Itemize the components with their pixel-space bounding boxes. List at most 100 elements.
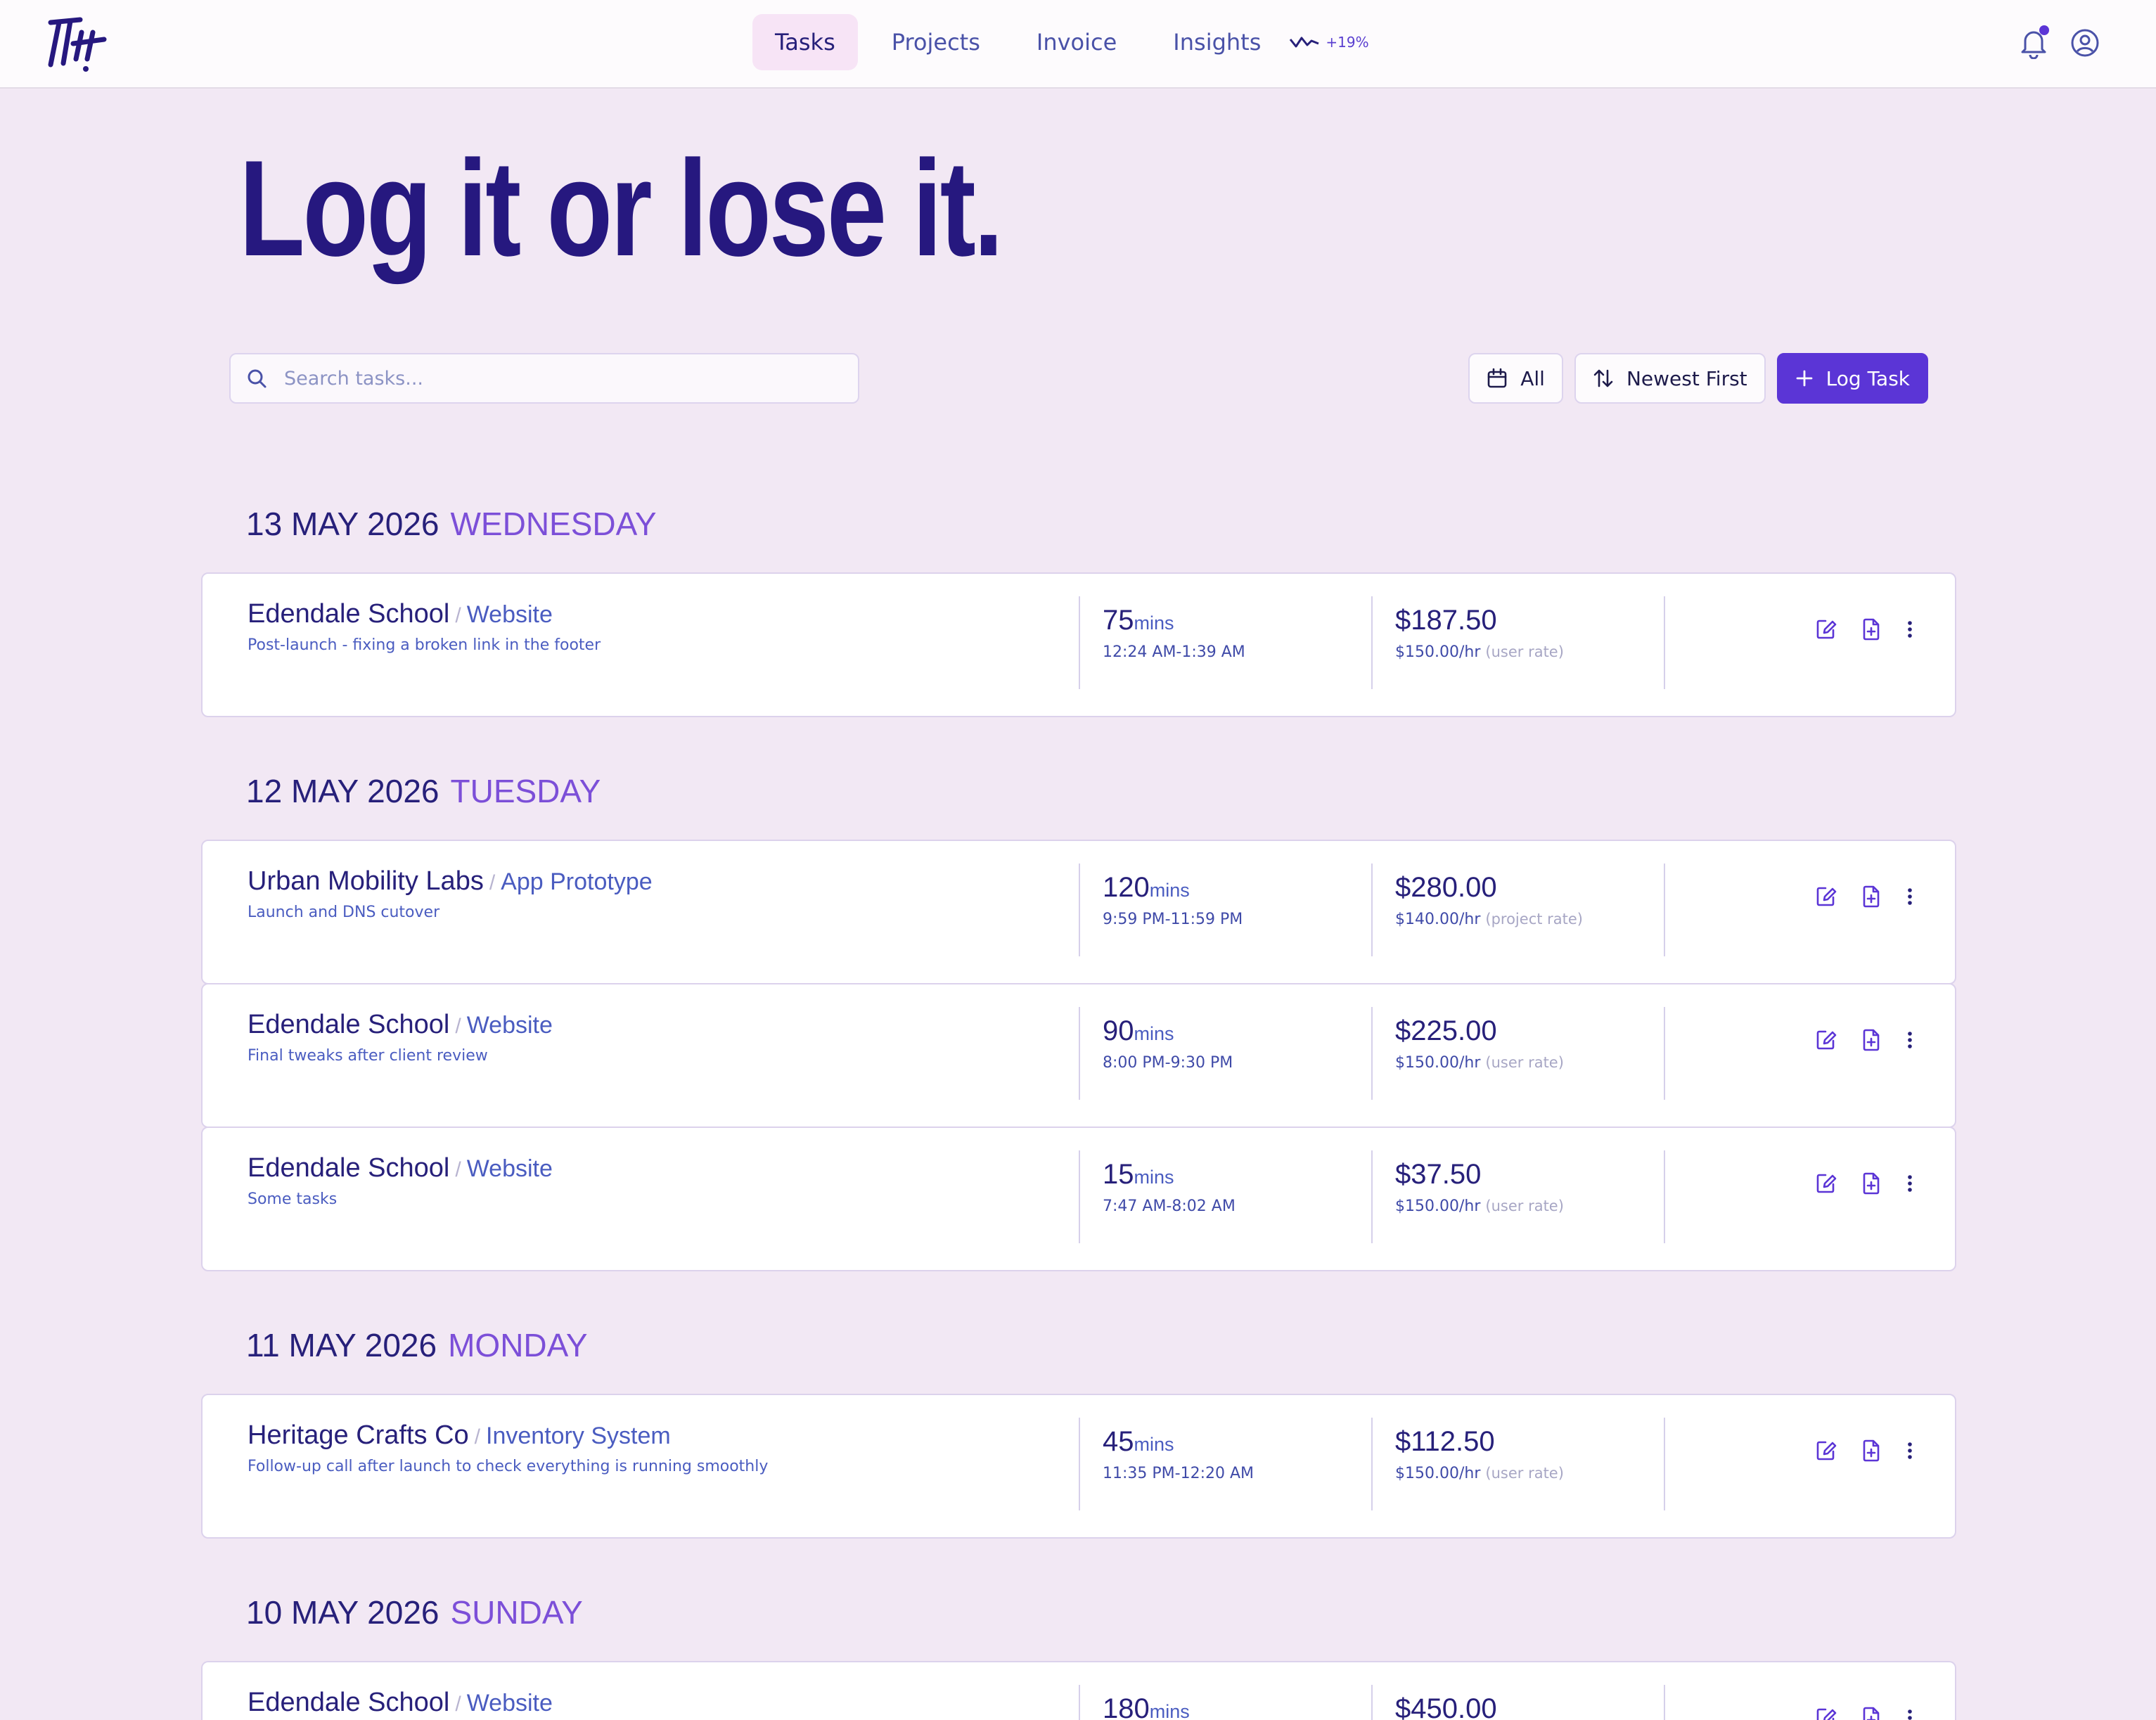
- time-range: 12:24 AM-1:39 AM: [1103, 643, 1245, 661]
- nav-tab-insights[interactable]: Insights: [1150, 14, 1283, 70]
- task-card[interactable]: Edendale School / Website 180mins $450.00: [201, 1661, 1956, 1720]
- task-note: Post-launch - fixing a broken link in th…: [248, 636, 601, 654]
- add-to-invoice-icon[interactable]: [1859, 885, 1883, 909]
- column-divider: [1079, 596, 1080, 689]
- separator: /: [455, 604, 461, 627]
- edit-icon[interactable]: [1814, 1172, 1838, 1195]
- duration-minutes: 120: [1103, 872, 1150, 903]
- search-box[interactable]: [229, 353, 859, 404]
- date-filter-button[interactable]: All: [1468, 353, 1563, 404]
- day-weekday: WEDNESDAY: [450, 506, 657, 542]
- nav-tab-tasks[interactable]: Tasks: [752, 14, 858, 70]
- log-task-button[interactable]: Log Task: [1776, 353, 1928, 404]
- top-right-icons: [2020, 25, 2100, 60]
- task-amount: $225.00: [1395, 1015, 1497, 1046]
- task-card[interactable]: Edendale School / Website Post-launch - fi…: [201, 572, 1956, 717]
- day-date: 11 MAY 2026: [246, 1327, 437, 1363]
- log-task-label: Log Task: [1825, 366, 1910, 390]
- hourly-rate: $150.00/hr: [1395, 1198, 1481, 1215]
- edit-icon[interactable]: [1814, 1706, 1838, 1720]
- hourly-rate: $150.00/hr: [1395, 1465, 1481, 1482]
- client-name: Edendale School: [248, 1153, 450, 1183]
- nav-tab-invoice[interactable]: Invoice: [1014, 14, 1139, 70]
- rate-type: (user rate): [1485, 1198, 1564, 1214]
- add-to-invoice-icon[interactable]: [1859, 1172, 1883, 1195]
- project-name[interactable]: Inventory System: [486, 1423, 671, 1449]
- day-weekday: SUNDAY: [450, 1594, 583, 1631]
- search-input[interactable]: [283, 366, 834, 390]
- project-name[interactable]: Website: [467, 601, 553, 628]
- edit-icon[interactable]: [1814, 1439, 1838, 1463]
- task-card[interactable]: Edendale School / Website Final tweaks aft…: [201, 983, 1956, 1128]
- client-name: Urban Mobility Labs: [248, 866, 484, 896]
- more-options-icon[interactable]: [1904, 1028, 1916, 1052]
- column-divider: [1079, 1685, 1080, 1720]
- more-options-icon[interactable]: [1904, 1439, 1916, 1463]
- column-divider: [1079, 1418, 1080, 1510]
- day-heading: 11 MAY 2026 MONDAY: [246, 1326, 588, 1364]
- separator: /: [474, 1425, 481, 1449]
- trend-sparkline-icon: [1290, 37, 1319, 48]
- task-note: Final tweaks after client review: [248, 1047, 488, 1065]
- task-amount: $280.00: [1395, 872, 1497, 903]
- more-options-icon[interactable]: [1904, 1172, 1916, 1195]
- rate-type: (project rate): [1485, 911, 1583, 928]
- column-divider: [1371, 1418, 1373, 1510]
- task-card[interactable]: Heritage Crafts Co / Inventory System Foll…: [201, 1394, 1956, 1539]
- top-nav-bar: Tasks Projects Invoice Insights +19%: [0, 0, 2156, 89]
- notifications-button[interactable]: [2020, 25, 2051, 60]
- day-date: 12 MAY 2026: [246, 773, 439, 809]
- duration-minutes: 15: [1103, 1159, 1134, 1190]
- task-amount: $37.50: [1395, 1159, 1482, 1190]
- more-options-icon[interactable]: [1904, 1706, 1916, 1720]
- project-name[interactable]: Website: [467, 1012, 553, 1039]
- time-range: 11:35 PM-12:20 AM: [1103, 1465, 1255, 1482]
- task-controls: All Newest First Log Task: [1457, 353, 1928, 404]
- add-to-invoice-icon[interactable]: [1859, 617, 1883, 641]
- calendar-icon: [1487, 368, 1508, 389]
- nav-tab-projects[interactable]: Projects: [869, 14, 1003, 70]
- column-divider: [1371, 1150, 1373, 1243]
- duration-minutes: 45: [1103, 1426, 1134, 1457]
- search-icon: [248, 369, 267, 388]
- project-name[interactable]: Website: [467, 1155, 553, 1182]
- time-range: 8:00 PM-9:30 PM: [1103, 1054, 1233, 1072]
- sort-button[interactable]: Newest First: [1574, 353, 1766, 404]
- project-name[interactable]: App Prototype: [501, 868, 652, 895]
- separator: /: [455, 1015, 461, 1038]
- insights-trend-badge: +19%: [1326, 34, 1369, 51]
- notification-dot: [2039, 25, 2049, 35]
- sort-arrows-icon: [1593, 368, 1614, 389]
- duration-unit: mins: [1134, 1167, 1174, 1188]
- column-divider: [1079, 1007, 1080, 1100]
- column-divider: [1371, 596, 1373, 689]
- task-card[interactable]: Edendale School / Website Some tasks 15min…: [201, 1127, 1956, 1271]
- rate-type: (user rate): [1485, 643, 1564, 660]
- separator: /: [489, 871, 496, 894]
- duration-unit: mins: [1149, 1701, 1190, 1720]
- time-range: 9:59 PM-11:59 PM: [1103, 911, 1243, 928]
- day-weekday: MONDAY: [448, 1327, 588, 1363]
- user-account-icon[interactable]: [2070, 28, 2100, 58]
- edit-icon[interactable]: [1814, 885, 1838, 909]
- time-range: 7:47 AM-8:02 AM: [1103, 1198, 1236, 1215]
- day-date: 10 MAY 2026: [246, 1594, 439, 1631]
- hourly-rate: $150.00/hr: [1395, 1054, 1481, 1072]
- edit-icon[interactable]: [1814, 617, 1838, 641]
- page-title: Log it or lose it.: [239, 132, 1003, 285]
- edit-icon[interactable]: [1814, 1028, 1838, 1052]
- more-options-icon[interactable]: [1904, 617, 1916, 641]
- add-to-invoice-icon[interactable]: [1859, 1706, 1883, 1720]
- add-to-invoice-icon[interactable]: [1859, 1439, 1883, 1463]
- duration-minutes: 180: [1103, 1693, 1150, 1720]
- add-to-invoice-icon[interactable]: [1859, 1028, 1883, 1052]
- column-divider: [1664, 1007, 1665, 1100]
- task-card[interactable]: Urban Mobility Labs / App Prototype Launch…: [201, 840, 1956, 984]
- task-amount: $450.00: [1395, 1693, 1497, 1720]
- project-name[interactable]: Website: [467, 1690, 553, 1716]
- client-name: Edendale School: [248, 1010, 450, 1039]
- column-divider: [1664, 1685, 1665, 1720]
- more-options-icon[interactable]: [1904, 885, 1916, 909]
- column-divider: [1079, 1150, 1080, 1243]
- app-logo[interactable]: [45, 13, 107, 73]
